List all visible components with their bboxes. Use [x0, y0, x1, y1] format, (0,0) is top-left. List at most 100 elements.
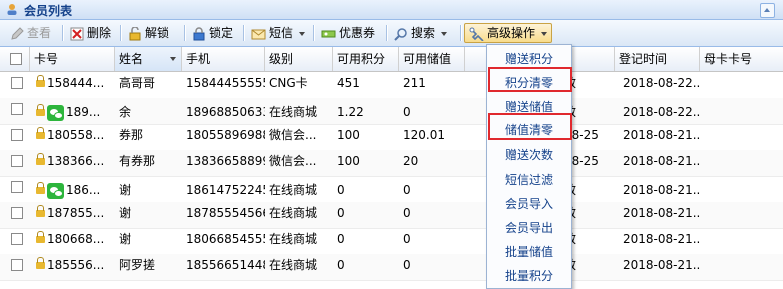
column-header-points[interactable]: 可用积分: [333, 47, 399, 71]
cell-balance: 0: [403, 105, 411, 119]
toolbar-separator: [62, 25, 64, 41]
table-row[interactable]: 185556...阿罗搓18556651448在线商城00效2018-08-21…: [0, 254, 783, 281]
coupon-button[interactable]: 优惠券: [317, 23, 379, 43]
card-number: 189...: [66, 105, 101, 119]
cell-balance: 20: [403, 154, 419, 168]
table-row[interactable]: 180668...谢18066854555在线商城00效2018-08-21..…: [0, 228, 783, 255]
cell-phone: 18556651448: [186, 258, 265, 272]
column-header-card[interactable]: 卡号: [30, 47, 115, 71]
wechat-icon: [47, 104, 64, 121]
column-header-parent-card[interactable]: 母卡卡号: [700, 47, 783, 71]
delete-label: 删除: [87, 26, 112, 40]
cell-level: 微信会...: [269, 128, 317, 142]
table-row[interactable]: 187855...谢18785554566在线商城00效2018-08-21..…: [0, 202, 783, 229]
table-row[interactable]: 180558... 券那 18055896988 微信会... 100 120.01 08-…: [0, 124, 783, 151]
wechat-icon: [47, 182, 64, 199]
search-icon: [394, 27, 407, 41]
row-checkbox[interactable]: [11, 155, 23, 167]
cell-regtime: 2018-08-22...: [623, 76, 700, 90]
cell-phone: 18614752245: [186, 183, 265, 197]
lock-icon: [193, 26, 205, 40]
cell-level: 在线商城: [269, 258, 318, 272]
view-button[interactable]: 查看: [6, 23, 55, 43]
cell-phone: 18785554566: [186, 206, 265, 220]
coupon-label: 优惠券: [339, 26, 376, 40]
cell-level: 在线商城: [269, 232, 318, 246]
sms-button[interactable]: 短信: [247, 23, 309, 43]
sms-label: 短信: [269, 26, 294, 40]
cell-card: 158444...: [32, 72, 115, 98]
delete-button[interactable]: 删除: [66, 23, 115, 43]
cell-points: 451: [337, 76, 360, 90]
cell-points: 1.22: [337, 105, 364, 119]
cell-name: 余: [119, 105, 132, 119]
cell-regtime: 2018-08-21...: [623, 183, 700, 197]
cell-regtime: 2018-08-21...: [623, 258, 700, 272]
cell-points: 100: [337, 154, 360, 168]
cell-regtime: 2018-08-21...: [623, 128, 700, 142]
menu-item[interactable]: 批量积分: [487, 264, 571, 288]
menu-item[interactable]: 短信过滤: [487, 168, 571, 192]
row-checkbox[interactable]: [11, 129, 23, 141]
cell-phone: 13836658899: [186, 154, 265, 168]
grid-header: 卡号 姓名 手机 级别 可用积分 可用储值 登记时间 母卡卡号: [0, 47, 783, 72]
column-header-name[interactable]: 姓名: [115, 47, 182, 71]
unlock-icon: [129, 26, 141, 40]
toolbar-separator: [460, 25, 462, 41]
toolbar-separator: [184, 25, 186, 41]
card-number: 185556...: [47, 258, 105, 272]
cell-phone: 18055896988: [186, 128, 265, 142]
menu-item[interactable]: 会员导入: [487, 192, 571, 216]
edit-icon: [11, 26, 24, 40]
member-grid: 卡号 姓名 手机 级别 可用积分 可用储值 登记时间 母卡卡号 158444..…: [0, 47, 783, 287]
lock-status-icon: [36, 153, 45, 165]
select-all-checkbox[interactable]: [10, 53, 22, 65]
lock-status-icon: [36, 182, 45, 194]
lock-status-icon: [36, 104, 45, 116]
column-header-balance[interactable]: 可用储值: [399, 47, 465, 71]
card-number: 186...: [66, 183, 101, 197]
delete-icon: [70, 27, 84, 40]
cell-points: 0: [337, 183, 345, 197]
row-checkbox[interactable]: [11, 77, 23, 89]
card-number: 158444...: [47, 76, 105, 90]
cell-phone: 18968850633: [186, 105, 265, 119]
table-row[interactable]: 158444...高哥哥15844455555CNG卡451211效2018-0…: [0, 72, 783, 99]
table-row[interactable]: 186...谢18614752245在线商城00效2018-08-21...: [0, 176, 783, 203]
menu-item[interactable]: 会员导出: [487, 216, 571, 240]
row-checkbox[interactable]: [11, 207, 23, 219]
advanced-operations-button[interactable]: 高级操作: [464, 23, 553, 43]
lock-status-icon: [36, 127, 45, 139]
view-label: 查看: [27, 26, 52, 40]
cell-regtime: 2018-08-21...: [623, 232, 700, 246]
cell-name: 券那: [119, 128, 144, 142]
column-header-regtime[interactable]: 登记时间: [615, 47, 700, 71]
row-checkbox[interactable]: [11, 103, 23, 115]
row-checkbox[interactable]: [11, 233, 23, 245]
row-checkbox[interactable]: [11, 259, 23, 271]
cell-level: 在线商城: [269, 206, 318, 220]
search-label: 搜索: [411, 26, 436, 40]
column-header-phone[interactable]: 手机: [182, 47, 265, 71]
card-number: 180668...: [47, 232, 105, 246]
column-header-level[interactable]: 级别: [265, 47, 333, 71]
cell-name: 阿罗搓: [119, 258, 156, 272]
menu-item[interactable]: 批量储值: [487, 240, 571, 264]
search-button[interactable]: 搜索: [390, 23, 451, 43]
cell-name: 高哥哥: [119, 76, 156, 90]
menu-item[interactable]: 赠送次数: [487, 143, 571, 167]
lock-button[interactable]: 锁定: [188, 23, 237, 43]
cell-card: 185556...: [32, 254, 115, 280]
row-checkbox[interactable]: [11, 181, 23, 193]
unlock-button[interactable]: 解锁: [124, 23, 173, 43]
advanced-label: 高级操作: [487, 26, 536, 40]
sort-arrow-icon: [170, 57, 176, 61]
lock-label: 锁定: [209, 26, 234, 40]
table-row[interactable]: 138366... 有券那 13836658899 微信会... 100 20 08-25 2…: [0, 150, 783, 177]
cell-card: 186...: [32, 176, 115, 202]
cell-name: 谢: [119, 183, 132, 197]
cell-balance: 0: [403, 258, 411, 272]
collapse-button[interactable]: [760, 3, 775, 18]
cell-card: 138366...: [32, 150, 115, 176]
table-row[interactable]: 189...余18968850633在线商城1.220效2018-08-22..…: [0, 98, 783, 125]
